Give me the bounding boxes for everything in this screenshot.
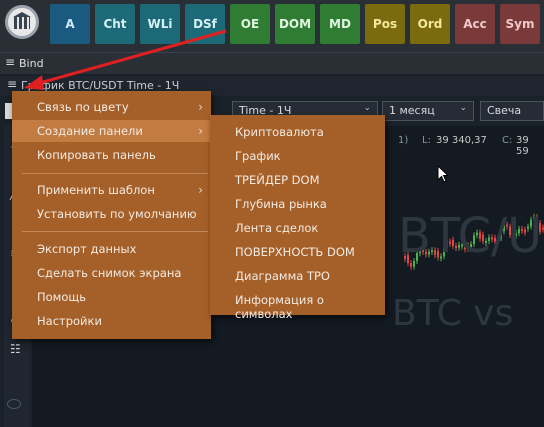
annotation-arrow: [24, 29, 227, 90]
